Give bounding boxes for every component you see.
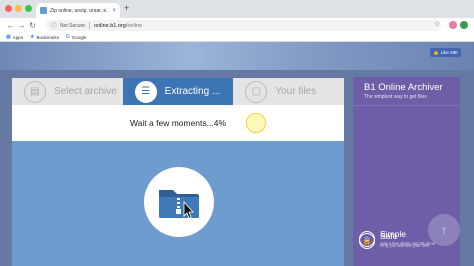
info-icon[interactable]: ⓘ	[51, 21, 57, 30]
security-label: Not Secure	[60, 22, 86, 29]
address-bar[interactable]: ⓘ Not Secure online.b1.org /online	[46, 20, 441, 31]
bookmarks-bar: ▦ Apps ★ Bookmarks G Google	[0, 33, 474, 42]
close-window-button[interactable]	[5, 5, 12, 12]
extract-icon: ☰	[134, 80, 157, 103]
step-label: Select archive	[54, 86, 117, 97]
like-label: Like 29K	[440, 50, 459, 55]
google-icon: G	[66, 33, 70, 40]
sidebar-divider	[353, 105, 460, 106]
status-message: Wait a few moments...4%	[129, 118, 227, 128]
tab-title: Zip online, unzip, unrar, e...	[50, 7, 110, 14]
browser-tab[interactable]: Zip online, unzip, unrar, e... ×	[36, 3, 120, 18]
cursor-highlight	[246, 113, 266, 133]
tab-close-icon[interactable]: ×	[112, 8, 116, 14]
tab-favicon-icon	[40, 7, 47, 14]
star-icon: ★	[30, 33, 35, 40]
bookmark-bookmarks[interactable]: ★ Bookmarks	[30, 33, 59, 40]
archive-icon: ▤	[24, 80, 46, 103]
feature-safe: 🔒 Safe Only you will see your files	[359, 232, 429, 249]
back-button[interactable]: ←	[5, 21, 16, 30]
maximize-window-button[interactable]	[25, 5, 32, 12]
folder-badge	[144, 167, 214, 237]
bookmark-apps[interactable]: ▦ Apps	[6, 33, 23, 40]
step-your-files[interactable]: ▢ Your files	[233, 78, 345, 105]
extraction-panel	[12, 141, 344, 266]
forward-button[interactable]: →	[16, 21, 27, 30]
step-label: Extracting ...	[164, 86, 221, 97]
lock-icon: 🔒	[359, 233, 375, 249]
url-path: /online	[125, 22, 143, 29]
step-extracting: ☰ Extracting ...	[122, 78, 234, 105]
hero-banner: 👍 Like 29K	[0, 42, 474, 70]
bookmark-google[interactable]: G Google	[66, 33, 87, 40]
status-panel: Wait a few moments...4%	[12, 105, 344, 141]
feature-desc: Only you will see your files	[380, 242, 430, 248]
feature-name: Safe	[380, 231, 398, 241]
thumbs-up-icon: 👍	[433, 49, 439, 55]
bookmark-star-icon[interactable]: ☆	[434, 20, 440, 28]
minimize-window-button[interactable]	[15, 5, 22, 12]
bookmark-label: Apps	[12, 34, 23, 40]
new-tab-button[interactable]: +	[124, 4, 129, 13]
step-label: Your files	[275, 86, 317, 97]
facebook-like-button[interactable]: 👍 Like 29K	[430, 48, 462, 57]
address-divider	[89, 22, 91, 29]
browser-tab-strip: Zip online, unzip, unrar, e... × +	[0, 0, 474, 18]
step-select-archive[interactable]: ▤ Select archive	[12, 78, 123, 105]
scroll-to-top-button[interactable]: ↑	[428, 214, 460, 246]
sidebar-title: B1 Online Archiver	[364, 82, 443, 93]
bookmark-label: Bookmarks	[36, 34, 59, 40]
zip-folder-icon	[159, 190, 199, 219]
extension-icon[interactable]	[460, 21, 468, 29]
apps-grid-icon: ▦	[6, 33, 11, 40]
reload-button[interactable]: ↻	[27, 21, 38, 30]
profile-avatar[interactable]	[449, 21, 457, 29]
url-host: online.b1.org	[94, 22, 126, 29]
sidebar-subtitle: The simplest way to get files	[364, 94, 427, 100]
files-icon: ▢	[245, 80, 268, 103]
progress-steps: ▤ Select archive ☰ Extracting ... ▢ Your…	[12, 78, 345, 105]
bookmark-label: Google	[71, 34, 87, 40]
browser-toolbar: ← → ↻ ⓘ Not Secure online.b1.org /online	[0, 18, 474, 33]
